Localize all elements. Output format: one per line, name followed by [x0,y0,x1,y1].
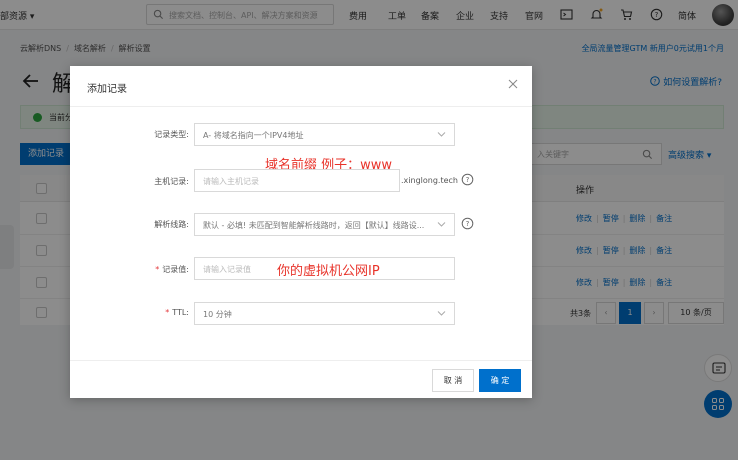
svg-text:?: ? [466,176,470,184]
resolution-line-select[interactable]: 默认 - 必填! 未匹配到智能解析线路时，返回【默认】线路设... [194,213,455,236]
host-record-input[interactable]: 请输入主机记录 [194,169,400,192]
question-circle-icon[interactable]: ? [461,217,474,230]
divider [70,106,532,107]
record-value-label: * 记录值: [155,264,189,275]
ttl-label-text: TTL: [172,308,189,317]
value-annotation: 你的虚拟机公网IP [277,264,380,279]
required-mark: * [165,308,170,317]
cancel-button[interactable]: 取 消 [432,369,474,392]
resolution-line-label: 解析线路: [154,220,189,229]
required-mark: * [155,265,160,274]
chevron-down-icon [437,311,446,316]
ttl-select[interactable]: 10 分钟 [194,302,455,325]
domain-suffix: .xinglong.tech [401,176,458,185]
record-value-label-text: 记录值: [162,265,189,274]
host-record-label: 主机记录: [154,177,189,186]
record-value-placeholder: 请输入记录值 [203,265,251,274]
record-type-value: A- 将域名指向一个IPV4地址 [203,131,304,140]
chevron-down-icon [437,222,446,227]
close-icon[interactable] [508,79,518,89]
confirm-button[interactable]: 确 定 [479,369,521,392]
ttl-value: 10 分钟 [203,310,232,319]
chevron-down-icon [437,132,446,137]
dialog-title: 添加记录 [87,84,127,95]
record-type-select[interactable]: A- 将域名指向一个IPV4地址 [194,123,455,146]
record-type-label: 记录类型: [154,130,189,139]
add-record-dialog: 添加记录 记录类型: A- 将域名指向一个IPV4地址 域名前缀 例子：www … [70,66,532,398]
ttl-label: * TTL: [165,308,189,317]
divider [70,360,532,361]
svg-text:?: ? [466,220,470,228]
resolution-line-value: 默认 - 必填! 未匹配到智能解析线路时，返回【默认】线路设... [203,221,425,230]
host-record-placeholder: 请输入主机记录 [203,177,259,186]
question-circle-icon[interactable]: ? [461,173,474,186]
